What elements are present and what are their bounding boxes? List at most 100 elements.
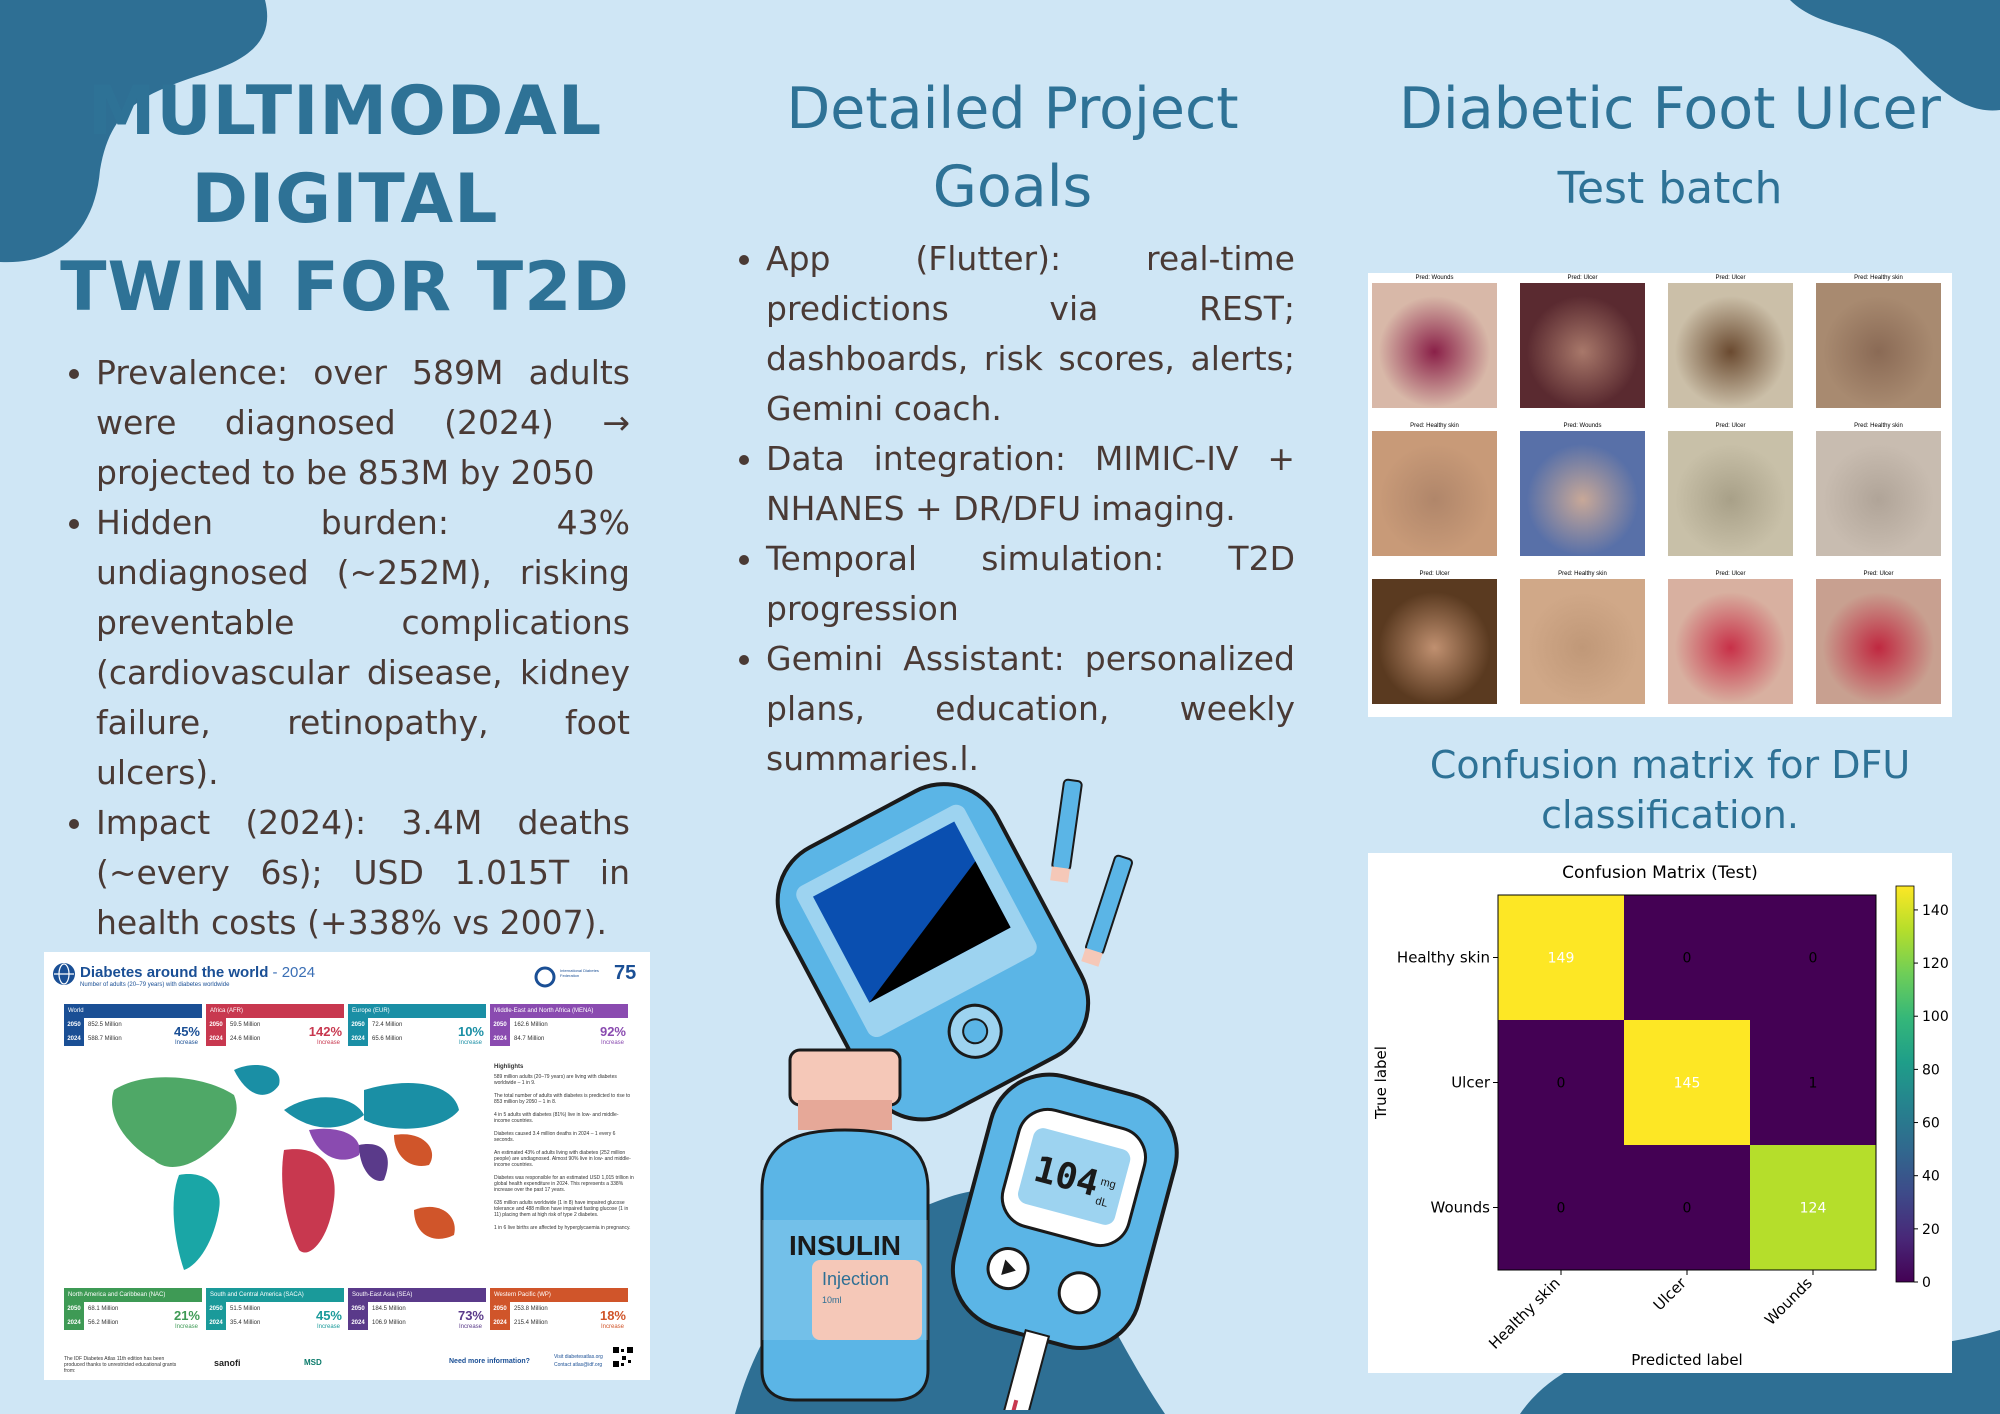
idf-name: International Diabetes Federation: [560, 968, 599, 978]
value-2050: 184.5 Million: [372, 1306, 406, 1312]
colorbar-tick-label: 20: [1922, 1222, 1940, 1238]
skin-photo: [1372, 431, 1497, 556]
label-2024: 2024: [348, 1316, 368, 1330]
qr-code-icon: [612, 1346, 634, 1368]
highlights-title: Highlights: [494, 1064, 524, 1070]
right-column: Diabetic Foot Ulcer Test batch: [1370, 70, 1970, 214]
prediction-label: Pred: Ulcer: [1715, 571, 1746, 577]
visit-link[interactable]: Visit diabetesatlas.org: [554, 1354, 603, 1360]
colorbar: [1895, 885, 1915, 1283]
colorbar-tick-label: 120: [1922, 956, 1949, 972]
region-name: Africa (AFR): [206, 1004, 344, 1018]
test-image-tile: Pred: Ulcer: [1816, 571, 1941, 704]
test-image-tile: Pred: Wounds: [1372, 275, 1497, 408]
goal-gemini-assistant: Gemini Assistant: personalized plans, ed…: [766, 634, 1295, 784]
test-image-tile: Pred: Ulcer: [1668, 571, 1793, 704]
highlight-item: Diabetes caused 3.4 million deaths in 20…: [494, 1131, 616, 1143]
increase-percent: 45%: [173, 1024, 200, 1039]
increase-percent: 10%: [457, 1024, 484, 1039]
infographic-subtitle: Number of adults (20–79 years) with diab…: [80, 982, 230, 988]
cell-value: 145: [1674, 1076, 1701, 1092]
region-name: South and Central America (SACA): [206, 1288, 344, 1302]
value-2024: 56.2 Million: [88, 1320, 119, 1326]
anniversary-75-icon: 75: [614, 962, 637, 984]
label-2024: 2024: [206, 1316, 226, 1330]
y-tick-label: Healthy skin: [1397, 949, 1490, 967]
highlight-item: Diabetes was responsible for an estimate…: [494, 1175, 634, 1193]
prediction-label: Pred: Healthy skin: [1854, 423, 1903, 429]
increase-percent: 142%: [308, 1024, 342, 1039]
region-card-europe: Europe (EUR) 2050 72.4 Million 2024 65.6 M…: [348, 1004, 486, 1056]
world-map-graphic: [112, 1065, 459, 1270]
infographic-year: - 2024: [272, 964, 316, 981]
bullet-hidden-burden: Hidden burden: 43% undiagnosed (~252M), …: [96, 498, 630, 798]
highlight-item: 4 in 5 adults with diabetes (81%) live i…: [494, 1112, 619, 1124]
left-bullet-list: Prevalence: over 589M adults were diagno…: [60, 348, 630, 948]
prediction-label: Pred: Healthy skin: [1854, 275, 1903, 281]
prediction-label: Pred: Ulcer: [1419, 571, 1450, 577]
skin-photo: [1520, 431, 1645, 556]
cell-value: 1: [1809, 1076, 1818, 1092]
contact-link[interactable]: Contact atlas@idf.org: [554, 1362, 602, 1368]
region-card-wp: Western Pacific (WP) 2050 253.8 Million 2…: [490, 1288, 628, 1340]
cell-value: 0: [1809, 951, 1818, 967]
prediction-label: Pred: Ulcer: [1715, 275, 1746, 281]
confusion-matrix-plot: 149 0 00 145 10 0 124Healthy skinUlcerWoundsHe…: [1372, 885, 1949, 1369]
increase-percent: 92%: [599, 1024, 626, 1039]
idf-circle-icon: [534, 966, 556, 988]
diabetes-world-map-infographic: Diabetes around the world - 2024 Number …: [44, 952, 650, 1380]
prediction-label: Pred: Healthy skin: [1558, 571, 1607, 577]
glucose-meter-illustration: INSULIN Injection 10ml 104 mg dL: [760, 778, 1179, 1410]
cell-value: 0: [1683, 951, 1692, 967]
goal-data-integration: Data integration: MIMIC-IV + NHANES + DR…: [766, 434, 1295, 534]
region-card-world: World 2050 852.5 Million 2024 588.7 Millio…: [64, 1004, 202, 1056]
test-image-tile: Pred: Ulcer: [1668, 423, 1793, 556]
sponsor-logo: MSD: [304, 1358, 322, 1367]
label-2050: 2050: [490, 1018, 510, 1032]
skin-photo: [1668, 283, 1793, 408]
prediction-label: Pred: Wounds: [1563, 423, 1602, 429]
label-2050: 2050: [206, 1302, 226, 1316]
test-image-tile: Pred: Healthy skin: [1816, 275, 1941, 408]
value-2024: 215.4 Million: [514, 1320, 548, 1326]
poster-title: MULTIMODAL DIGITAL TWIN FOR T2D: [60, 68, 630, 332]
cell-value: 0: [1683, 1201, 1692, 1217]
label-2050: 2050: [64, 1018, 84, 1032]
cell-value: 0: [1557, 1201, 1566, 1217]
goals-bullet-list: App (Flutter): real-time predictions via…: [730, 234, 1295, 784]
need-more-info: Need more information?: [449, 1358, 530, 1365]
colorbar-tick-label: 40: [1922, 1169, 1940, 1185]
label-2024: 2024: [348, 1032, 368, 1046]
label-2050: 2050: [64, 1302, 84, 1316]
label-2050: 2050: [206, 1018, 226, 1032]
label-2024: 2024: [490, 1032, 510, 1046]
increase-label: Increase: [600, 1040, 624, 1046]
title-line: DIGITAL: [191, 160, 499, 239]
test-batch-grid: Pred: Wounds Pred: Ulcer Pred: Ulcer Pred: …: [1368, 273, 1952, 717]
goal-temporal-simulation: Temporal simulation: T2D progression: [766, 534, 1295, 634]
confusion-caption: Confusion matrix for DFU classification.: [1370, 740, 1970, 840]
colorbar-tick-label: 60: [1922, 1116, 1940, 1132]
test-image-tile: Pred: Healthy skin: [1816, 423, 1941, 556]
value-2050: 852.5 Million: [88, 1022, 122, 1028]
prediction-label: Pred: Healthy skin: [1410, 423, 1459, 429]
skin-photo: [1372, 579, 1497, 704]
skin-photo: [1816, 431, 1941, 556]
x-tick-label: Ulcer: [1650, 1274, 1691, 1315]
bullet-impact: Impact (2024): 3.4M deaths (~every 6s); …: [96, 798, 630, 948]
test-image-tile: Pred: Healthy skin: [1520, 571, 1645, 704]
x-tick-label: Wounds: [1761, 1274, 1816, 1329]
cell-value: 124: [1800, 1201, 1827, 1217]
prediction-label: Pred: Ulcer: [1863, 571, 1894, 577]
dfu-title: Diabetic Foot Ulcer: [1399, 76, 1941, 142]
title-line: MULTIMODAL: [87, 72, 603, 151]
colorbar-tick-label: 0: [1922, 1275, 1931, 1291]
increase-label: Increase: [174, 1324, 198, 1330]
increase-label: Increase: [600, 1324, 624, 1330]
goals-title-line: Goals: [932, 154, 1093, 220]
increase-label: Increase: [316, 1040, 340, 1046]
skin-photo: [1520, 579, 1645, 704]
label-2050: 2050: [348, 1018, 368, 1032]
region-name: Middle-East and North Africa (MENA): [490, 1004, 628, 1018]
y-axis-label: True label: [1372, 1046, 1390, 1120]
